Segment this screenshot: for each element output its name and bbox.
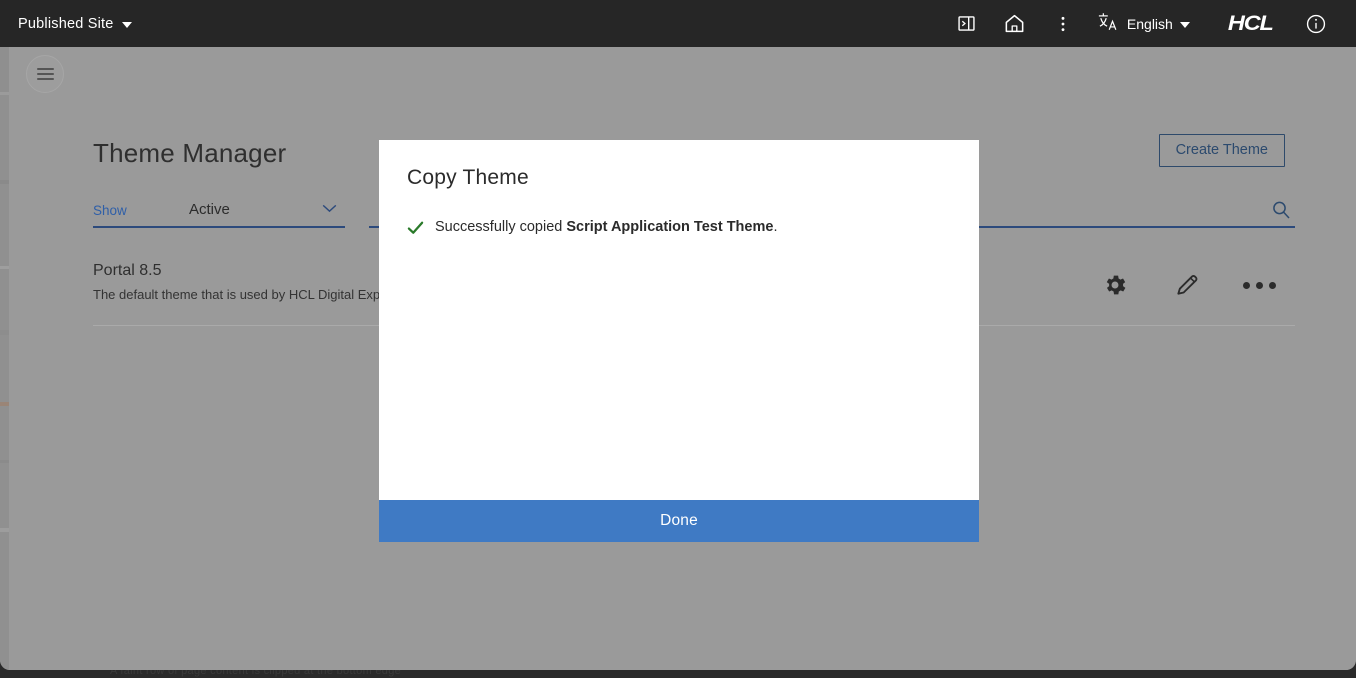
show-filter-label: Show	[93, 203, 127, 218]
hcl-logo: HCL	[1227, 11, 1274, 35]
create-theme-button[interactable]: Create Theme	[1158, 134, 1285, 167]
dialog-message: Successfully copied Script Application T…	[407, 218, 777, 237]
theme-name: Portal 8.5	[93, 262, 162, 279]
app-root: A faint row of page content is clipped a…	[0, 0, 1356, 678]
page-title: Theme Manager	[93, 138, 287, 168]
settings-icon[interactable]	[1079, 272, 1151, 298]
language-selector[interactable]: English	[1087, 0, 1204, 47]
search-icon[interactable]	[1271, 200, 1291, 220]
done-button[interactable]: Done	[379, 500, 979, 542]
panel-toggle-icon[interactable]	[943, 0, 991, 47]
show-filter-value: Active	[189, 201, 230, 218]
dialog-title: Copy Theme	[407, 166, 529, 189]
collapsed-left-rail[interactable]	[0, 30, 9, 670]
message-suffix: .	[773, 219, 778, 235]
chevron-down-icon[interactable]	[322, 204, 337, 213]
row-actions	[1079, 272, 1295, 298]
home-icon[interactable]	[991, 0, 1039, 47]
message-subject: Script Application Test Theme	[566, 219, 774, 235]
show-filter[interactable]: Show Active	[93, 196, 345, 228]
site-selector-label: Published Site	[18, 15, 114, 32]
info-icon[interactable]	[1292, 0, 1340, 47]
check-icon	[407, 219, 424, 237]
overflow-icon[interactable]	[1223, 281, 1295, 289]
app-bar: Published Site English HCL	[0, 0, 1356, 47]
site-selector[interactable]: Published Site	[0, 0, 132, 47]
hamburger-bars	[36, 65, 54, 83]
copy-theme-dialog: Copy Theme Successfully copied Script Ap…	[379, 140, 979, 542]
translate-icon	[1097, 11, 1120, 37]
menu-icon[interactable]	[26, 55, 64, 93]
more-vertical-icon[interactable]	[1039, 0, 1087, 47]
overflow-dots	[1242, 281, 1276, 289]
done-button-label: Done	[660, 512, 698, 529]
chevron-down-icon	[1179, 21, 1190, 28]
message-prefix: Successfully copied	[435, 219, 567, 235]
app-bar-actions: English HCL	[943, 0, 1356, 47]
chevron-down-icon	[121, 21, 132, 28]
dialog-message-text: Successfully copied Script Application T…	[435, 218, 777, 237]
edit-icon[interactable]	[1151, 272, 1223, 298]
language-label: English	[1126, 15, 1173, 32]
dialog-body: Copy Theme Successfully copied Script Ap…	[379, 140, 979, 500]
